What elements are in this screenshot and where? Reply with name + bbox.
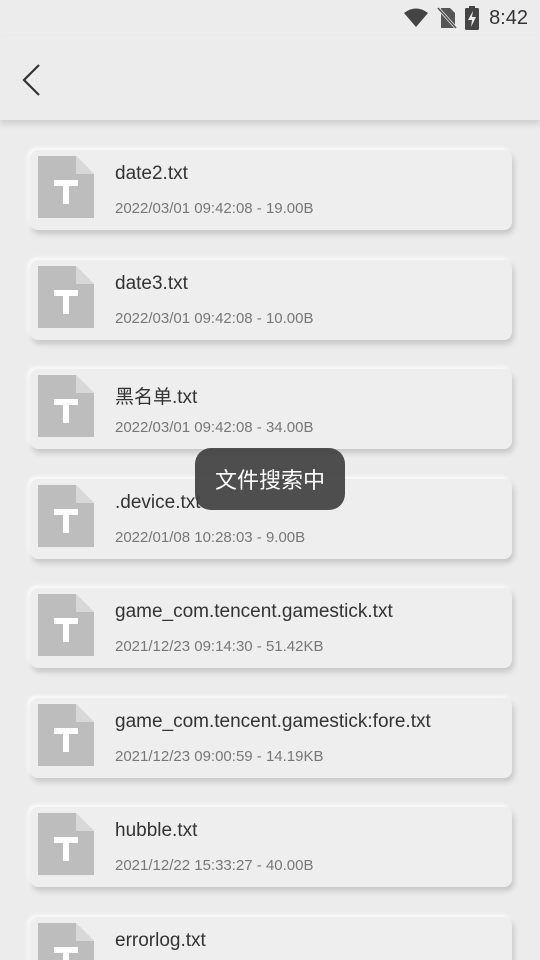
- status-time: 8:42: [489, 6, 528, 29]
- searching-toast: 文件搜索中: [195, 448, 345, 510]
- file-name: hubble.txt: [115, 820, 198, 841]
- file-name: game_com.tencent.gamestick:fore.txt: [115, 710, 431, 732]
- file-name: 黑名单.txt: [115, 387, 198, 408]
- text-file-icon: [38, 265, 94, 328]
- status-bar: 8:42: [0, 0, 540, 36]
- file-meta: 2022/03/01 09:42:08 - 34.00B: [115, 419, 314, 436]
- file-list-item[interactable]: game_com.tencent.gamestick.txt 2021/12/23…: [30, 588, 512, 668]
- file-name: errorlog.txt: [115, 929, 206, 951]
- file-meta: 2021/12/23 09:14:30 - 51.42KB: [115, 638, 324, 655]
- text-file-icon: [38, 156, 94, 218]
- file-name: .device.txt: [115, 491, 201, 513]
- no-sim-icon: [437, 7, 458, 29]
- file-meta: 2022/03/01 09:42:08 - 10.00B: [115, 309, 314, 327]
- file-name: date2.txt: [115, 163, 188, 184]
- file-list: date2.txt 2022/03/01 09:42:08 - 19.00B dat…: [0, 120, 540, 960]
- file-meta: 2021/12/23 09:00:59 - 14.19KB: [115, 747, 324, 765]
- file-list-item[interactable]: game_com.tencent.gamestick:fore.txt 2021/…: [30, 697, 512, 778]
- file-list-item[interactable]: date3.txt 2022/03/01 09:42:08 - 10.00B: [30, 259, 512, 340]
- file-list-item[interactable]: date2.txt 2022/03/01 09:42:08 - 19.00B: [30, 150, 512, 230]
- wifi-icon: [404, 8, 429, 27]
- file-list-item[interactable]: errorlog.txt: [30, 916, 512, 960]
- file-name: game_com.tencent.gamestick.txt: [115, 601, 393, 622]
- back-arrow-icon: [22, 64, 40, 96]
- text-file-icon: [38, 375, 94, 437]
- file-meta: 2022/01/08 10:28:03 - 9.00B: [115, 528, 306, 546]
- file-meta: 2022/03/01 09:42:08 - 19.00B: [115, 200, 314, 217]
- text-file-icon: [38, 703, 94, 766]
- back-button[interactable]: [12, 58, 52, 102]
- file-list-item[interactable]: hubble.txt 2021/12/22 15:33:27 - 40.00B: [30, 807, 512, 887]
- text-file-icon: [38, 594, 94, 656]
- text-file-icon: [38, 813, 94, 875]
- text-file-icon: [38, 484, 94, 547]
- battery-charging-icon: [465, 6, 480, 30]
- file-meta: 2021/12/22 15:33:27 - 40.00B: [115, 857, 314, 874]
- file-name: date3.txt: [115, 272, 188, 294]
- file-list-item[interactable]: 黑名单.txt 2022/03/01 09:42:08 - 34.00B: [30, 369, 512, 449]
- app-bar: [0, 36, 540, 120]
- status-icons: 8:42: [403, 4, 528, 32]
- text-file-icon: [38, 922, 94, 960]
